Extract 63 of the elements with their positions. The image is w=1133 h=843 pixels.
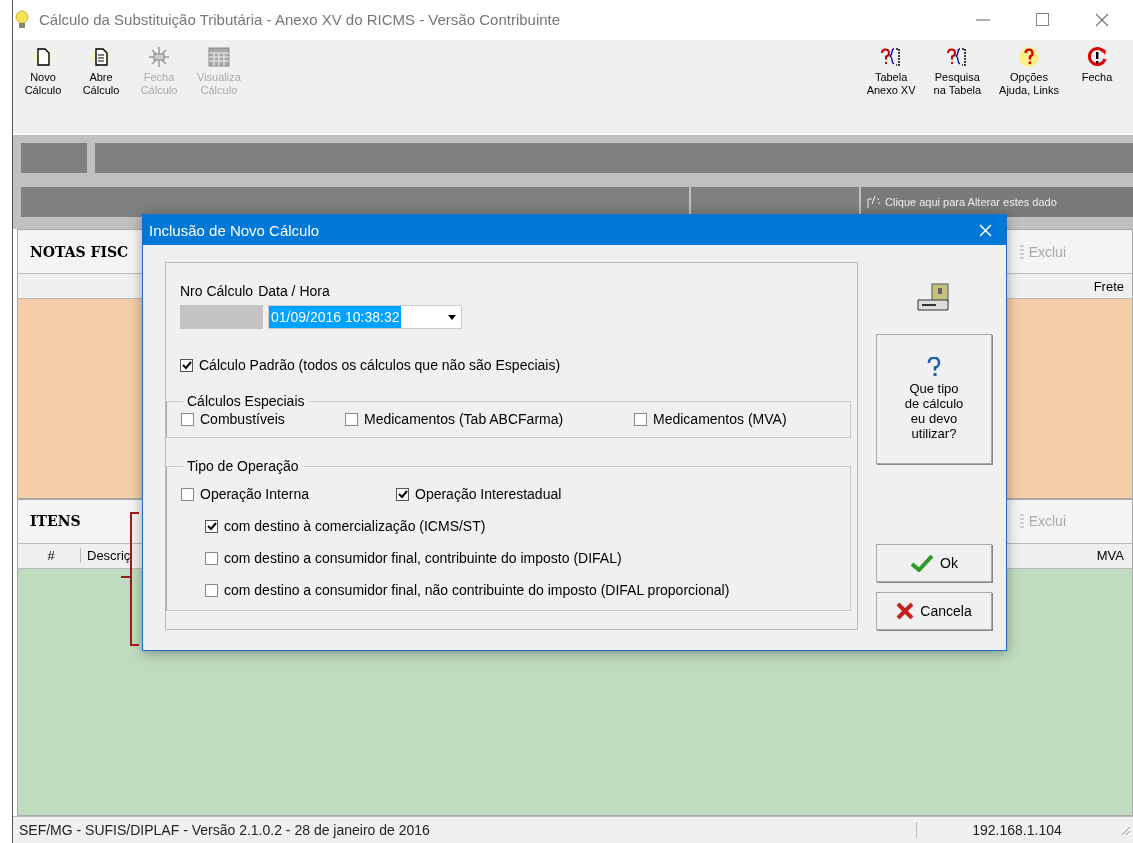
burst-icon xyxy=(148,45,170,68)
toolbar-button[interactable]: Fecha xyxy=(1071,43,1123,86)
toolbar-button[interactable]: Opções Ajuda, Links xyxy=(993,43,1065,99)
edit-info-bar[interactable]: Clique aqui para Alterar estes dado xyxy=(861,186,1133,217)
column-header[interactable]: MVA xyxy=(1092,548,1128,564)
checkbox-label: Combustíveis xyxy=(200,411,285,427)
dialog-title: Inclusão de Novo Cálculo xyxy=(149,221,320,239)
edit-icon xyxy=(867,194,881,209)
list-icon xyxy=(1018,514,1025,529)
exit-icon xyxy=(1086,45,1108,68)
checkbox-label: Operação Interna xyxy=(200,486,309,502)
group-title: Tipo de Operação xyxy=(186,458,300,474)
cross-icon xyxy=(896,602,915,620)
grid-icon xyxy=(207,45,230,68)
column-header[interactable]: Frete xyxy=(1089,279,1128,294)
checkbox[interactable] xyxy=(181,487,194,501)
checkbox-label: Medicamentos (Tab ABCFarma) xyxy=(364,411,564,427)
section-title: NOTAS FISC xyxy=(30,244,129,260)
checkbox-label: com destino a consumidor final, contribuinte do imposto (DIFAL) xyxy=(224,550,622,566)
checkbox-label: Medicamentos (MVA) xyxy=(653,411,787,427)
lightbulb-icon xyxy=(15,9,29,30)
column-header[interactable]: Descriç xyxy=(81,548,135,564)
checkbox[interactable] xyxy=(205,551,218,565)
toolbar-button[interactable]: Tabela Anexo XV xyxy=(860,43,922,99)
ok-button[interactable]: Ok xyxy=(876,544,992,582)
status-address: 192.168.1.104 xyxy=(916,822,1117,839)
field-label: Data / Hora xyxy=(258,283,330,299)
checkbox-label: Cálculo Padrão (todos os cálculos que não são Especiais) xyxy=(199,357,561,373)
checkbox-label: com destino à comercialização (ICMS/ST) xyxy=(224,518,486,534)
list-icon xyxy=(1018,245,1025,259)
checkbox-label: Operação Interestadual xyxy=(415,486,562,502)
help-icon xyxy=(1018,45,1041,68)
document-icon xyxy=(34,45,52,68)
close-icon[interactable] xyxy=(1095,12,1109,27)
checkbox[interactable] xyxy=(180,358,193,372)
checkbox[interactable] xyxy=(205,519,218,533)
checkbox[interactable] xyxy=(396,487,409,501)
toolbar-button[interactable]: Pesquisa na Tabela xyxy=(927,43,988,99)
document-icon xyxy=(92,45,110,68)
info-bar xyxy=(21,142,87,173)
question-mark-icon xyxy=(927,357,941,377)
disk-drive-icon xyxy=(916,282,952,314)
edit-hint: Clique aqui para Alterar estes dado xyxy=(885,195,1057,208)
section-title: ITENS xyxy=(30,513,81,530)
minimize-icon[interactable] xyxy=(976,18,990,21)
window-title: Cálculo da Substituição Tributária - Anexo XV do RICMS - Versão Contribuinte xyxy=(39,11,561,29)
checkbox[interactable] xyxy=(345,412,358,426)
checkbox[interactable] xyxy=(181,412,194,426)
group-title: Cálculos Especiais xyxy=(186,393,306,409)
checkmark-icon xyxy=(910,554,935,572)
toolbar-button[interactable]: Novo Cálculo xyxy=(17,43,69,99)
help-button[interactable]: Que tipo de cálculo eu devo utilizar? xyxy=(876,334,992,464)
cancel-button[interactable]: Cancela xyxy=(876,592,992,630)
status-text: SEF/MG - SUFIS/DIPLAF - Versão 2.1.0.2 - 28 de janeiro de 2016 xyxy=(18,822,430,839)
maximize-icon[interactable] xyxy=(1036,13,1049,27)
toolbar-button[interactable]: Abre Cálculo xyxy=(75,43,127,99)
column-header[interactable]: # xyxy=(22,548,81,564)
checkbox[interactable] xyxy=(205,583,218,597)
resize-grip-icon[interactable] xyxy=(1119,824,1131,837)
field-label: Nro Cálculo xyxy=(180,283,254,299)
number-field[interactable] xyxy=(180,305,263,329)
checkbox[interactable] xyxy=(634,412,647,426)
checkbox-label: com destino a consumidor final, não contribuinte do imposto (DIFAL proporcional) xyxy=(224,582,730,598)
